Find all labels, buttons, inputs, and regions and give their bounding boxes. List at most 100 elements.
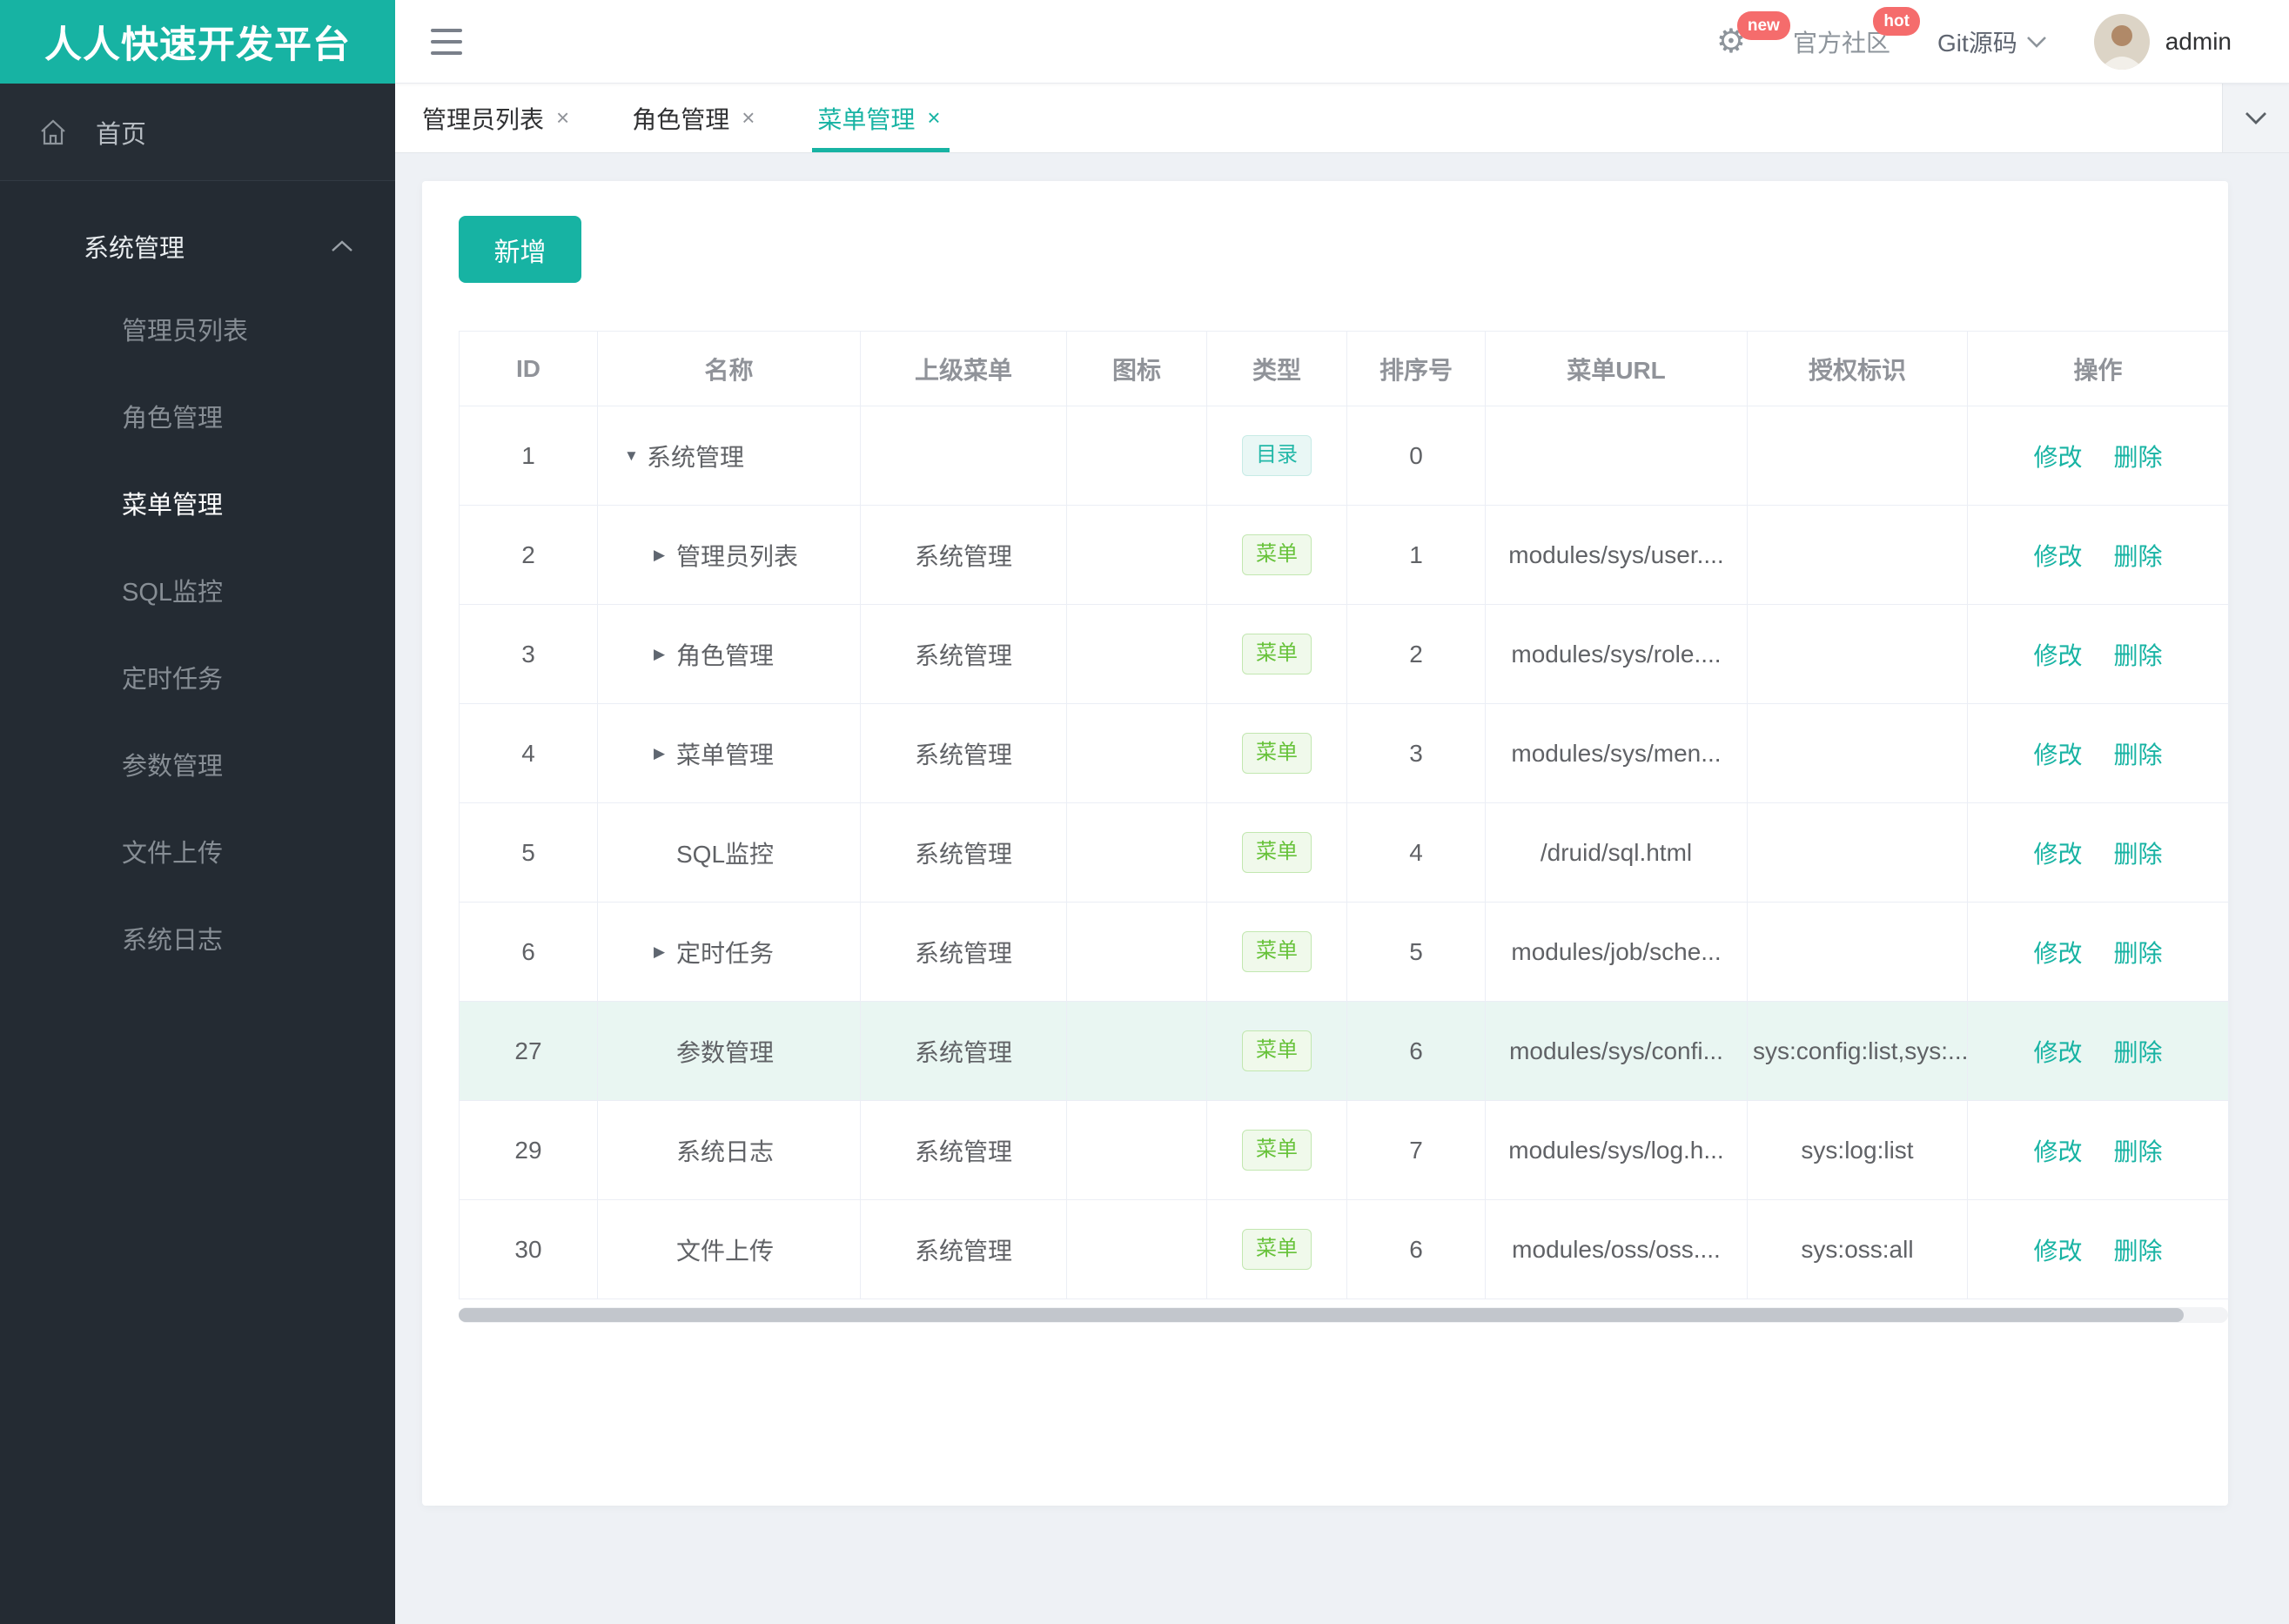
delete-link[interactable]: 删除 bbox=[2114, 742, 2163, 768]
cell-icon bbox=[1066, 406, 1207, 506]
table-header-row: ID 名称 上级菜单 图标 类型 排序号 菜单URL 授权标识 操作 bbox=[459, 331, 2229, 406]
cell-id: 5 bbox=[459, 802, 598, 903]
content-card: 新增 ID 名称 上级菜单 图标 类型 排序号 菜单URL 授权标识 操作 1 ▼ 系统管理 目录 0 修… bbox=[422, 181, 2229, 1506]
git-source-label[interactable]: Git源码 bbox=[1937, 24, 2017, 59]
horizontal-scrollbar[interactable] bbox=[459, 1307, 2228, 1323]
tree-expand-icon[interactable]: ▶ bbox=[654, 745, 673, 762]
sidebar-item-6[interactable]: 文件上传 bbox=[0, 808, 395, 895]
edit-link[interactable]: 修改 bbox=[2033, 1138, 2082, 1165]
cell-url: modules/sys/user.... bbox=[1485, 505, 1748, 605]
sidebar-item-3[interactable]: SQL监控 bbox=[0, 547, 395, 634]
tab-label[interactable]: 管理员列表 bbox=[422, 101, 544, 136]
delete-link[interactable]: 删除 bbox=[2114, 1238, 2163, 1265]
sidebar-item-home[interactable]: 首页 bbox=[0, 84, 395, 181]
cell-url: /druid/sql.html bbox=[1485, 802, 1748, 903]
cell-type: 菜单 bbox=[1206, 902, 1347, 1002]
delete-link[interactable]: 删除 bbox=[2114, 940, 2163, 967]
delete-link[interactable]: 删除 bbox=[2114, 642, 2163, 669]
community-link[interactable]: 官方社区 hot bbox=[1793, 6, 1920, 59]
edit-link[interactable]: 修改 bbox=[2033, 841, 2082, 868]
tab-0[interactable]: 管理员列表 × bbox=[422, 84, 569, 152]
sidebar-group-label[interactable]: 系统管理 bbox=[84, 228, 331, 265]
edit-link[interactable]: 修改 bbox=[2033, 444, 2082, 471]
home-icon bbox=[38, 117, 68, 147]
delete-link[interactable]: 删除 bbox=[2114, 1138, 2163, 1165]
add-button[interactable]: 新增 bbox=[459, 216, 581, 283]
tab-label[interactable]: 角色管理 bbox=[632, 101, 729, 136]
tree-expand-icon[interactable]: ▶ bbox=[654, 646, 673, 663]
edit-link[interactable]: 修改 bbox=[2033, 1039, 2082, 1066]
cell-url: modules/sys/men... bbox=[1485, 703, 1748, 803]
cell-icon bbox=[1066, 1100, 1207, 1200]
sidebar-group-header[interactable]: 系统管理 bbox=[0, 207, 395, 285]
cell-id: 3 bbox=[459, 604, 598, 704]
sidebar-item-2[interactable]: 菜单管理 bbox=[0, 460, 395, 547]
cell-id: 30 bbox=[459, 1199, 598, 1299]
settings-button[interactable]: ⚙ new bbox=[1716, 10, 1790, 58]
tree-expand-icon[interactable]: ▶ bbox=[654, 547, 673, 564]
cell-name: 系统日志 bbox=[676, 1137, 775, 1165]
edit-link[interactable]: 修改 bbox=[2033, 543, 2082, 570]
cell-type: 菜单 bbox=[1206, 703, 1347, 803]
sidebar-item-7[interactable]: 系统日志 bbox=[0, 895, 395, 982]
tab-label[interactable]: 菜单管理 bbox=[817, 101, 915, 136]
cell-parent: 系统管理 bbox=[860, 802, 1067, 903]
username[interactable]: admin bbox=[2165, 28, 2232, 56]
table-row: 2 ▶ 管理员列表 系统管理 菜单 1 modules/sys/user.... 修改 删除 bbox=[459, 505, 2229, 605]
delete-link[interactable]: 删除 bbox=[2114, 841, 2163, 868]
cell-type: 目录 bbox=[1206, 406, 1347, 506]
cell-actions: 修改 删除 bbox=[1967, 406, 2229, 506]
cell-order: 7 bbox=[1346, 1100, 1486, 1200]
sidebar-group-system: 系统管理 管理员列表 角色管理 菜单管理 SQL监控 定时任务 参数管理 文件上传 系统日志 bbox=[0, 181, 395, 1624]
git-source-menu[interactable]: Git源码 bbox=[1937, 24, 2047, 59]
delete-link[interactable]: 删除 bbox=[2114, 1039, 2163, 1066]
delete-link[interactable]: 删除 bbox=[2114, 444, 2163, 471]
edit-link[interactable]: 修改 bbox=[2033, 642, 2082, 669]
cell-order: 6 bbox=[1346, 1001, 1486, 1101]
sidebar-home-label[interactable]: 首页 bbox=[96, 114, 146, 151]
type-badge: 菜单 bbox=[1242, 832, 1312, 873]
main-content: 新增 ID 名称 上级菜单 图标 类型 排序号 菜单URL 授权标识 操作 1 ▼ 系统管理 目录 0 修… bbox=[395, 153, 2289, 1527]
cell-icon bbox=[1066, 1199, 1207, 1299]
tree-expand-icon[interactable]: ▼ bbox=[624, 447, 643, 465]
brand-header: 人人快速开发平台 bbox=[0, 0, 395, 84]
avatar[interactable] bbox=[2093, 13, 2150, 70]
cell-icon bbox=[1066, 505, 1207, 605]
cell-id: 27 bbox=[459, 1001, 598, 1101]
sidebar-item-0[interactable]: 管理员列表 bbox=[0, 285, 395, 372]
edit-link[interactable]: 修改 bbox=[2033, 940, 2082, 967]
cell-icon bbox=[1066, 902, 1207, 1002]
cell-type: 菜单 bbox=[1206, 1100, 1347, 1200]
chevron-down-icon bbox=[2026, 35, 2047, 49]
tabs-dropdown-button[interactable] bbox=[2222, 84, 2289, 152]
tab-1[interactable]: 角色管理 × bbox=[632, 84, 755, 152]
edit-link[interactable]: 修改 bbox=[2033, 1238, 2082, 1265]
cell-name: 菜单管理 bbox=[676, 741, 775, 768]
cell-url: modules/job/sche... bbox=[1485, 902, 1748, 1002]
type-badge: 菜单 bbox=[1242, 534, 1312, 575]
cell-parent: 系统管理 bbox=[860, 902, 1067, 1002]
cell-order: 5 bbox=[1346, 902, 1486, 1002]
cell-type: 菜单 bbox=[1206, 604, 1347, 704]
sidebar-item-5[interactable]: 参数管理 bbox=[0, 721, 395, 808]
type-badge: 菜单 bbox=[1242, 1229, 1312, 1270]
close-tab-icon[interactable]: × bbox=[742, 104, 755, 131]
tab-2[interactable]: 菜单管理 × bbox=[812, 84, 950, 152]
column-header-8: 操作 bbox=[1967, 331, 2229, 406]
table-row: 6 ▶ 定时任务 系统管理 菜单 5 modules/job/sche... 修改 删除 bbox=[459, 902, 2229, 1002]
close-tab-icon[interactable]: × bbox=[927, 104, 940, 131]
sidebar-item-1[interactable]: 角色管理 bbox=[0, 372, 395, 460]
brand-title: 人人快速开发平台 bbox=[44, 24, 351, 66]
user-menu[interactable]: admin bbox=[2093, 13, 2232, 70]
cell-parent: 系统管理 bbox=[860, 1199, 1067, 1299]
delete-link[interactable]: 删除 bbox=[2114, 543, 2163, 570]
sidebar-toggle-button[interactable] bbox=[431, 28, 462, 55]
edit-link[interactable]: 修改 bbox=[2033, 742, 2082, 768]
tree-expand-icon[interactable]: ▶ bbox=[654, 943, 673, 961]
column-header-4: 类型 bbox=[1206, 331, 1347, 406]
horizontal-scrollbar-thumb[interactable] bbox=[459, 1308, 2184, 1322]
cell-actions: 修改 删除 bbox=[1967, 505, 2229, 605]
close-tab-icon[interactable]: × bbox=[556, 104, 569, 131]
cell-actions: 修改 删除 bbox=[1967, 604, 2229, 704]
sidebar-item-4[interactable]: 定时任务 bbox=[0, 634, 395, 721]
